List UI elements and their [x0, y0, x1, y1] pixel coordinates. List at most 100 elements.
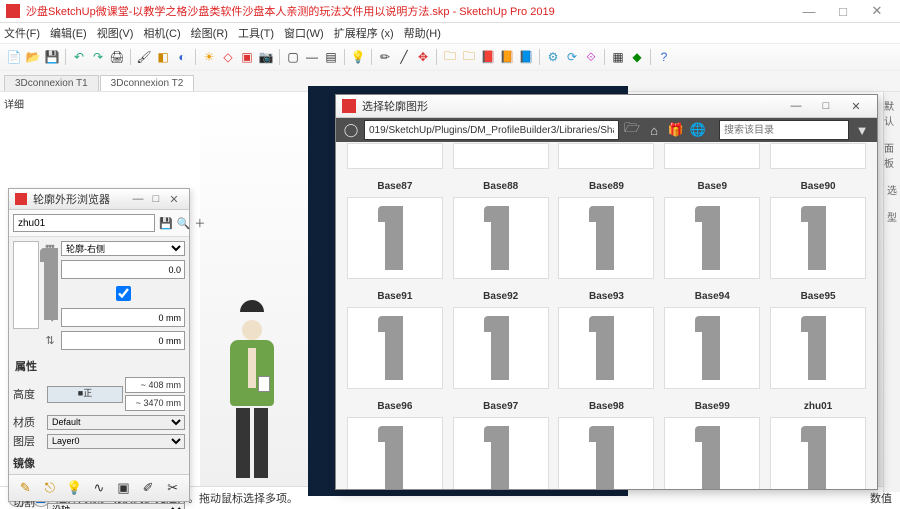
profile-rotation-input[interactable] — [61, 260, 185, 279]
library-item[interactable]: Base93 — [558, 287, 656, 389]
book2-icon[interactable]: 📙 — [499, 49, 515, 65]
book3-icon[interactable]: 📘 — [518, 49, 534, 65]
flip-h-checkbox[interactable] — [65, 286, 182, 301]
profile-name-input[interactable] — [13, 214, 155, 232]
menu-help[interactable]: 帮助(H) — [404, 25, 441, 41]
components-icon[interactable]: ◧ — [155, 49, 171, 65]
menu-file[interactable]: 文件(F) — [4, 25, 40, 41]
menu-view[interactable]: 视图(V) — [97, 25, 134, 41]
menu-window[interactable]: 窗口(W) — [284, 25, 324, 41]
library-grid[interactable]: Base87Base88Base89Base9Base90Base91Base9… — [336, 141, 877, 489]
library-item[interactable]: Base98 — [558, 397, 656, 489]
bulb-icon[interactable]: 💡 — [350, 49, 366, 65]
home-icon[interactable]: ⌂ — [645, 123, 663, 138]
search-profile-icon[interactable]: 🔍 — [177, 215, 191, 231]
move-icon[interactable]: ✥ — [415, 49, 431, 65]
profile-dialog-header[interactable]: 轮廓外形浏览器 — □ ✕ — [9, 189, 189, 210]
library-item[interactable] — [663, 143, 761, 169]
page-icon[interactable]: ▤ — [323, 49, 339, 65]
section-icon[interactable]: ▣ — [239, 49, 255, 65]
dash-icon[interactable]: — — [304, 49, 320, 65]
tool-path-icon[interactable]: ∿ — [90, 479, 108, 497]
right-tray[interactable]: 默认 面板 选 型 — [883, 92, 900, 492]
menu-ext[interactable]: 扩展程序 (x) — [334, 25, 394, 41]
help-icon[interactable]: ? — [656, 49, 672, 65]
tool-edit-icon[interactable]: ✐ — [139, 479, 157, 497]
plugin1-icon[interactable]: ⚙ — [545, 49, 561, 65]
tray-label-3[interactable]: 选 — [887, 182, 897, 197]
tray-label-2[interactable]: 面板 — [884, 140, 900, 170]
layers-icon[interactable]: ◇ — [220, 49, 236, 65]
book1-icon[interactable]: 📕 — [480, 49, 496, 65]
add-profile-icon[interactable]: ＋ — [194, 215, 205, 231]
library-item[interactable]: Base97 — [452, 397, 550, 489]
plugin2-icon[interactable]: ⟳ — [564, 49, 580, 65]
library-item[interactable] — [346, 143, 444, 169]
menu-camera[interactable]: 相机(C) — [143, 25, 180, 41]
tray-label-4[interactable]: 型 — [887, 209, 897, 224]
library-item[interactable] — [452, 143, 550, 169]
offset-y-input[interactable] — [61, 331, 185, 350]
library-max-button[interactable]: □ — [811, 100, 841, 112]
maximize-button[interactable]: □ — [826, 4, 860, 19]
library-search-input[interactable] — [719, 120, 849, 140]
save-icon[interactable]: 💾 — [44, 49, 60, 65]
library-close-button[interactable]: ✕ — [841, 100, 871, 113]
line-icon[interactable]: ╱ — [396, 49, 412, 65]
library-item[interactable]: Base88 — [452, 177, 550, 279]
library-item[interactable]: Base94 — [663, 287, 761, 389]
library-min-button[interactable]: — — [781, 100, 811, 112]
library-item[interactable]: Base95 — [769, 287, 867, 389]
pencil-icon[interactable]: ✏ — [377, 49, 393, 65]
scene-tab-1[interactable]: 3Dconnexion T1 — [4, 75, 99, 91]
library-item[interactable]: Base96 — [346, 397, 444, 489]
library-path-input[interactable] — [364, 120, 619, 140]
library-item[interactable]: Base89 — [558, 177, 656, 279]
tool-extrude-icon[interactable]: ⎋ — [41, 479, 59, 497]
undo-icon[interactable]: ↶ — [71, 49, 87, 65]
tray-label-1[interactable]: 默认 — [884, 98, 900, 128]
globe-icon[interactable]: 🌐 — [689, 122, 707, 138]
material-thumb[interactable]: ■正 — [47, 386, 123, 403]
open-icon[interactable]: 📂 — [25, 49, 41, 65]
camera-icon[interactable]: 📷 — [258, 49, 274, 65]
library-item[interactable]: Base9 — [663, 177, 761, 279]
library-item[interactable]: Base99 — [663, 397, 761, 489]
tool-cut-icon[interactable]: ✂ — [164, 479, 182, 497]
offset-x-input[interactable] — [61, 308, 185, 327]
close-button[interactable]: ✕ — [860, 3, 894, 19]
profile-preview[interactable] — [13, 241, 39, 329]
scene-tab-2[interactable]: 3Dconnexion T2 — [100, 75, 195, 91]
profile-dialog-min[interactable]: — — [129, 193, 147, 205]
material-select[interactable]: Default — [47, 415, 185, 430]
misc1-icon[interactable]: ▦ — [610, 49, 626, 65]
tool-bulb-icon[interactable]: 💡 — [65, 479, 83, 497]
menu-tools[interactable]: 工具(T) — [238, 25, 274, 41]
layer-select[interactable]: Layer0 — [47, 434, 185, 449]
library-header[interactable]: 选择轮廓图形 — □ ✕ — [336, 95, 877, 118]
tool-select-icon[interactable]: ▣ — [115, 479, 133, 497]
folder1-icon[interactable]: 🗀 — [442, 49, 458, 65]
library-item[interactable]: zhu01 — [769, 397, 867, 489]
toggle-icon[interactable]: ▢ — [285, 49, 301, 65]
folder-open-icon[interactable]: 🗁 — [623, 119, 641, 141]
profile-align-select[interactable]: 轮廓-右侧 — [61, 241, 185, 256]
library-item[interactable] — [769, 143, 867, 169]
library-item[interactable]: Base87 — [346, 177, 444, 279]
paint-icon[interactable]: 🖌 — [136, 49, 152, 65]
library-item[interactable]: Base91 — [346, 287, 444, 389]
library-item[interactable]: Base90 — [769, 177, 867, 279]
minimize-button[interactable]: — — [792, 4, 826, 19]
profile-dialog-max[interactable]: □ — [147, 193, 165, 205]
library-item[interactable] — [558, 143, 656, 169]
sun-icon[interactable]: ☀ — [201, 49, 217, 65]
save-profile-icon[interactable]: 💾 — [159, 215, 173, 231]
folder2-icon[interactable]: 🗀 — [461, 49, 477, 65]
filter-icon[interactable]: ▼ — [853, 123, 871, 138]
misc2-icon[interactable]: ◆ — [629, 49, 645, 65]
new-icon[interactable]: 📄 — [6, 49, 22, 65]
profile-dialog-close[interactable]: ✕ — [165, 193, 183, 206]
plugin3-icon[interactable]: ⟐ — [583, 49, 599, 65]
library-item[interactable]: Base92 — [452, 287, 550, 389]
tool-draw-icon[interactable]: ✎ — [16, 479, 34, 497]
